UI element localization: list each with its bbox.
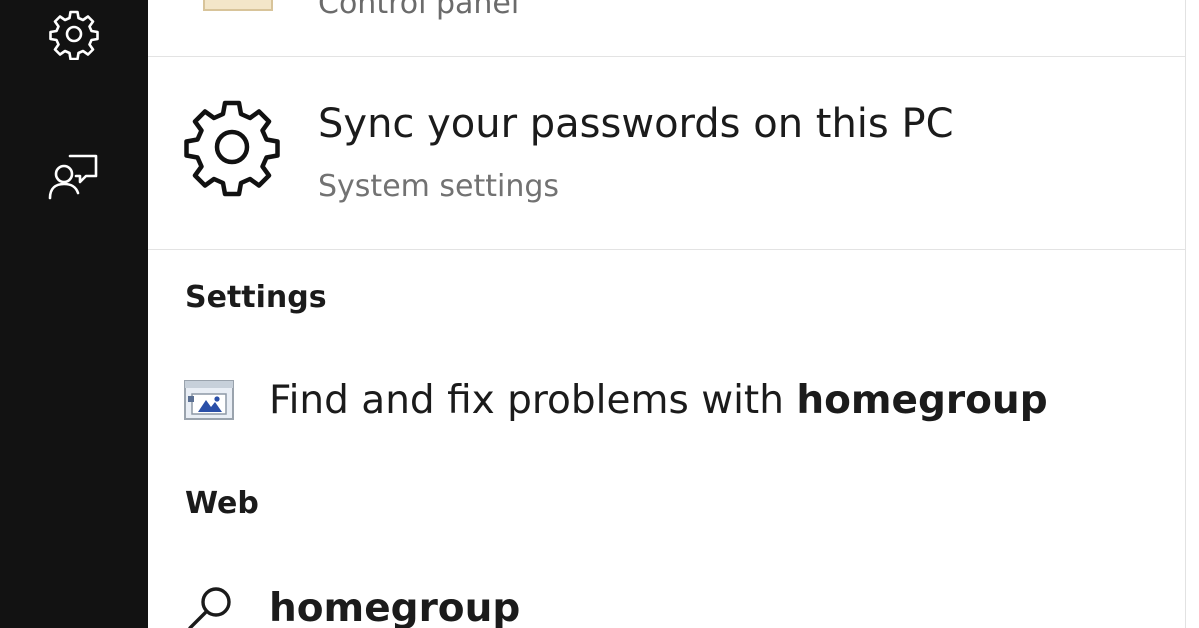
section-header-web: Web — [185, 486, 259, 521]
control-panel-icon — [198, 0, 278, 24]
feedback-icon — [46, 150, 102, 206]
settings-button[interactable] — [44, 4, 104, 64]
result-text-query: homegroup — [269, 586, 521, 628]
troubleshooter-icon — [184, 380, 234, 424]
scrollbar[interactable] — [1185, 0, 1199, 628]
section-header-settings: Settings — [185, 280, 327, 315]
result-text-prefix: Find and fix problems with — [269, 378, 797, 423]
result-subtitle: Control panel — [318, 0, 520, 21]
result-text-query: homegroup — [796, 378, 1048, 423]
search-icon — [184, 582, 236, 628]
results-panel: Control panel Sync your passwords on thi… — [148, 0, 1185, 628]
best-match-subtitle: System settings — [318, 169, 560, 204]
best-match-item[interactable]: Sync your passwords on this PC System se… — [148, 57, 1185, 250]
best-match-title: Sync your passwords on this PC — [318, 101, 954, 147]
settings-result-text: Find and fix problems with homegroup — [269, 378, 1048, 423]
feedback-button[interactable] — [44, 148, 104, 208]
settings-result-item[interactable]: Find and fix problems with homegroup — [148, 368, 1185, 438]
result-control-panel[interactable]: Control panel — [148, 0, 1185, 57]
gear-icon — [48, 8, 100, 60]
web-result-text: homegroup — [269, 586, 520, 628]
left-rail — [0, 0, 148, 628]
search-results-window: Control panel Sync your passwords on thi… — [0, 0, 1199, 628]
web-result-item[interactable]: homegroup — [148, 574, 1185, 628]
gear-icon — [182, 97, 282, 201]
